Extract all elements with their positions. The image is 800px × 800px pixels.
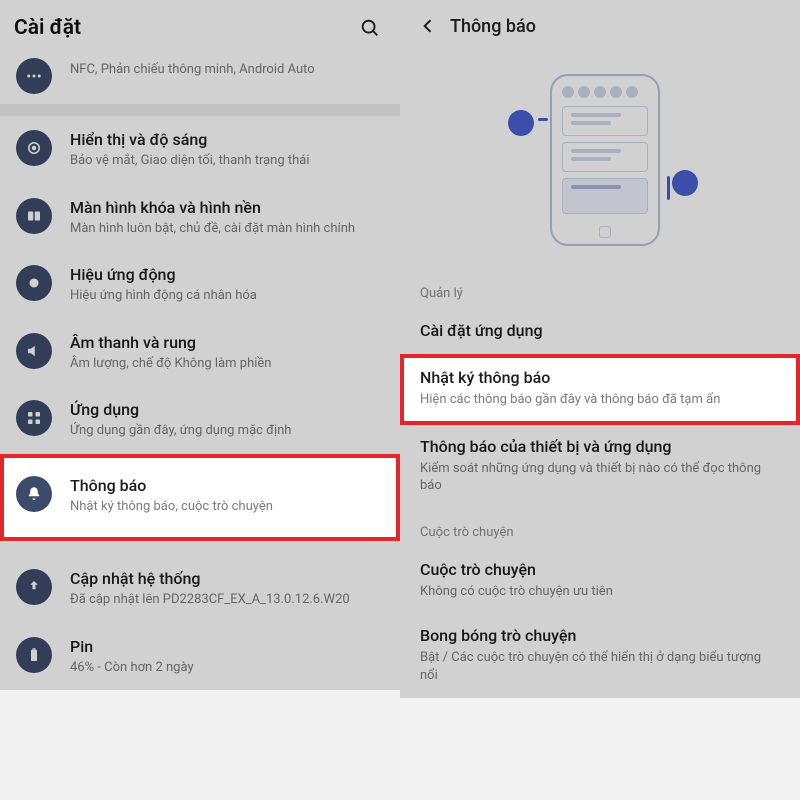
item-title: Cài đặt ứng dụng: [420, 321, 780, 340]
settings-item-animation[interactable]: Hiệu ứng động Hiệu ứng hình động cá nhân…: [0, 251, 400, 319]
disc-icon: [16, 130, 52, 166]
item-subtitle: Màn hình luôn bật, chủ đề, cài đặt màn h…: [70, 220, 384, 238]
settings-pane: Cài đặt NFC, Phản chiếu thông minh, Andr…: [0, 0, 400, 800]
item-title: Hiển thị và độ sáng: [70, 130, 384, 149]
notif-item-bubbles[interactable]: Bong bóng trò chuyện Bật / Các cuộc trò …: [400, 614, 800, 698]
item-subtitle: Bật / Các cuộc trò chuyện có thể hiển th…: [420, 649, 780, 684]
settings-item-lockscreen[interactable]: Màn hình khóa và hình nền Màn hình luôn …: [0, 184, 400, 252]
settings-item-sound[interactable]: Âm thanh và rung Âm lượng, chế độ Không …: [0, 319, 400, 387]
item-title: Thông báo: [70, 476, 384, 495]
bell-icon: [16, 476, 52, 512]
notification-illustration: [400, 52, 800, 270]
item-subtitle: Đã cập nhật lên PD2283CF_EX_A_13.0.12.6.…: [70, 591, 384, 609]
item-title: Thông báo của thiết bị và ứng dụng: [420, 437, 780, 456]
sound-icon: [16, 333, 52, 369]
dots-icon: [16, 58, 52, 94]
item-title: Hiệu ứng động: [70, 265, 384, 284]
item-subtitle: Hiệu ứng hình động cá nhân hóa: [70, 287, 384, 305]
sub-header: Thông báo: [400, 0, 800, 52]
notif-item-log[interactable]: Nhật ký thông báo Hiện các thông báo gần…: [400, 354, 800, 425]
search-icon[interactable]: [354, 12, 386, 44]
item-subtitle: Không có cuộc trò chuyện ưu tiên: [420, 583, 780, 601]
settings-item-display[interactable]: Hiển thị và độ sáng Bảo vệ mắt, Giao diệ…: [0, 116, 400, 184]
item-title: Âm thanh và rung: [70, 333, 384, 352]
item-subtitle: Ứng dụng gần đây, ứng dụng mặc định: [70, 422, 384, 440]
item-title: Ứng dụng: [70, 400, 384, 419]
section-chat: Cuộc trò chuyện: [400, 509, 800, 548]
settings-item-battery[interactable]: Pin 46% - Còn hơn 2 ngày: [0, 623, 400, 691]
item-title: Pin: [70, 637, 384, 656]
header: Cài đặt: [0, 0, 400, 56]
settings-item-update[interactable]: Cập nhật hệ thống Đã cập nhật lên PD2283…: [0, 541, 400, 623]
item-subtitle: NFC, Phản chiếu thông minh, Android Auto: [70, 61, 384, 79]
battery-icon: [16, 637, 52, 673]
section-manage: Quản lý: [400, 270, 800, 309]
settings-item-more-connections[interactable]: NFC, Phản chiếu thông minh, Android Auto: [0, 56, 400, 104]
highlight-notification-log: Nhật ký thông báo Hiện các thông báo gần…: [400, 354, 800, 425]
item-subtitle: Kiểm soát những ứng dụng và thiết bị nào…: [420, 460, 780, 495]
notif-item-conversations[interactable]: Cuộc trò chuyện Không có cuộc trò chuyện…: [400, 548, 800, 615]
page-title: Thông báo: [450, 16, 536, 37]
settings-item-apps[interactable]: Ứng dụng Ứng dụng gần đây, ứng dụng mặc …: [0, 386, 400, 454]
item-title: Bong bóng trò chuyện: [420, 626, 780, 645]
settings-item-notifications[interactable]: Thông báo Nhật ký thông báo, cuộc trò ch…: [0, 454, 400, 542]
item-title: Màn hình khóa và hình nền: [70, 198, 384, 217]
item-title: Nhật ký thông báo: [420, 368, 780, 387]
highlight-notifications: Thông báo Nhật ký thông báo, cuộc trò ch…: [0, 454, 400, 542]
motion-icon: [16, 265, 52, 301]
back-button[interactable]: [414, 12, 442, 40]
divider: [0, 104, 400, 116]
item-subtitle: Nhật ký thông báo, cuộc trò chuyện: [70, 498, 384, 516]
notif-item-device-app[interactable]: Thông báo của thiết bị và ứng dụng Kiểm …: [400, 425, 800, 509]
notif-item-app-settings[interactable]: Cài đặt ứng dụng: [400, 309, 800, 354]
item-subtitle: 46% - Còn hơn 2 ngày: [70, 659, 384, 677]
update-icon: [16, 569, 52, 605]
item-subtitle: Bảo vệ mắt, Giao diện tối, thanh trạng t…: [70, 152, 384, 170]
notifications-pane: Thông báo Quản lý: [400, 0, 800, 800]
palette-icon: [16, 198, 52, 234]
apps-icon: [16, 400, 52, 436]
item-subtitle: Âm lượng, chế độ Không làm phiền: [70, 355, 384, 373]
item-subtitle: Hiện các thông báo gần đây và thông báo …: [420, 391, 780, 409]
item-title: Cuộc trò chuyện: [420, 560, 780, 579]
item-title: Cập nhật hệ thống: [70, 569, 384, 588]
page-title: Cài đặt: [14, 16, 354, 40]
